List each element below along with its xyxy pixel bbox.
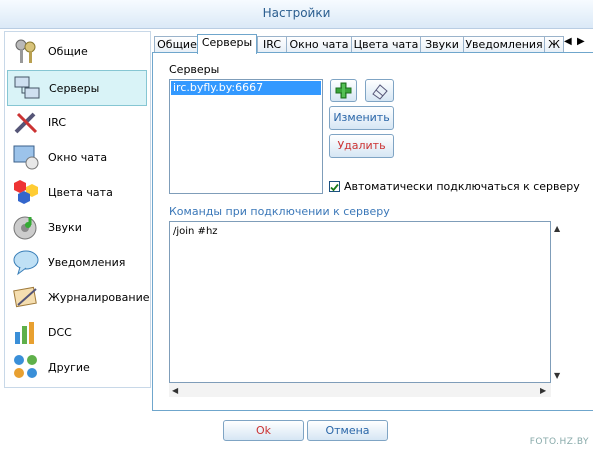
scroll-up-icon[interactable]: ▲ (554, 224, 560, 233)
commands-label: Команды при подключении к серверу (169, 205, 390, 218)
eraser-icon (372, 84, 388, 100)
tab-scroll-left-icon[interactable]: ◀ (564, 36, 572, 47)
tab-irc[interactable]: IRC (257, 36, 287, 53)
remove-server-button[interactable] (365, 79, 394, 102)
sidebar-item-general[interactable]: Общие (7, 34, 147, 68)
scroll-left-icon[interactable]: ◀ (172, 386, 178, 395)
sidebar-item-label: Уведомления (48, 255, 126, 269)
add-server-button[interactable] (330, 79, 357, 102)
tab-general[interactable]: Общие (154, 36, 200, 53)
sidebar-item-logging[interactable]: Журналирование (7, 280, 150, 314)
commands-vertical-scrollbar[interactable]: ▲ ▼ (551, 221, 565, 383)
logging-icon (12, 283, 40, 311)
tab-notifications[interactable]: Уведомления (463, 36, 545, 53)
other-icon (12, 353, 40, 381)
tab-sounds[interactable]: Звуки (420, 36, 464, 53)
tab-scroll-right-icon[interactable]: ▶ (577, 36, 585, 47)
sidebar-item-chat-window[interactable]: Окно чата (7, 140, 147, 174)
servers-label: Серверы (169, 63, 220, 76)
sidebar-item-chat-colors[interactable]: Цвета чата (7, 175, 147, 209)
ok-label: Ok (255, 424, 272, 437)
edit-server-label: Изменить (333, 111, 390, 124)
sidebar-item-dcc[interactable]: DCC (7, 315, 147, 349)
tab-overflow[interactable]: Ж (544, 36, 564, 53)
sidebar-item-other[interactable]: Другие (7, 350, 147, 384)
title-bar: Настройки (0, 0, 593, 29)
sidebar-item-sounds[interactable]: Звуки (7, 210, 147, 244)
watermark: FOTO.HZ.BY (529, 437, 589, 447)
sidebar-item-label: IRC (48, 115, 67, 129)
sidebar-item-label: Общие (48, 44, 88, 58)
cancel-label: Отмена (325, 424, 370, 437)
sidebar-item-label: Серверы (49, 81, 100, 95)
tab-servers[interactable]: Серверы (197, 34, 257, 54)
sidebar: Общие Серверы IRC Окно чата Цвета чата З… (4, 31, 151, 388)
chat-window-icon (12, 143, 40, 171)
autoconnect-checkbox[interactable] (329, 181, 340, 192)
autoconnect-label: Автоматически подключаться к серверу (344, 180, 580, 193)
sidebar-item-servers[interactable]: Серверы (7, 70, 147, 106)
dcc-icon (12, 318, 40, 346)
notification-icon (12, 248, 40, 276)
plus-icon (335, 82, 352, 99)
server-list[interactable]: irc.byfly.by:6667 (169, 79, 323, 194)
window-title: Настройки (262, 6, 331, 20)
tab-chat-colors[interactable]: Цвета чата (351, 36, 421, 53)
cancel-button[interactable]: Отмена (307, 420, 388, 441)
network-icon (13, 74, 41, 102)
sidebar-item-irc[interactable]: IRC (7, 105, 147, 139)
commands-horizontal-scrollbar[interactable]: ◀ ▶ (169, 383, 551, 397)
scroll-down-icon[interactable]: ▼ (554, 371, 560, 380)
ok-button[interactable]: Ok (223, 420, 304, 441)
sidebar-item-label: Окно чата (48, 150, 108, 164)
keys-icon (12, 37, 40, 65)
colors-icon (12, 178, 40, 206)
tab-chat-window[interactable]: Окно чата (286, 36, 352, 53)
edit-server-button[interactable]: Изменить (329, 106, 394, 130)
sidebar-item-label: Другие (48, 360, 90, 374)
list-item[interactable]: irc.byfly.by:6667 (171, 81, 321, 95)
tab-bar: Общие Серверы IRC Окно чата Цвета чата З… (152, 34, 592, 54)
tools-icon (12, 108, 40, 136)
commands-textarea[interactable]: /join #hz (169, 221, 551, 383)
commands-text: /join #hz (173, 226, 218, 237)
sidebar-item-notifications[interactable]: Уведомления (7, 245, 147, 279)
delete-server-label: Удалить (337, 139, 386, 152)
sidebar-item-label: Журналирование (48, 290, 150, 304)
checkmark-icon (330, 183, 339, 192)
sidebar-item-label: DCC (48, 325, 72, 339)
sound-icon (12, 213, 40, 241)
sidebar-item-label: Звуки (48, 220, 82, 234)
scroll-right-icon[interactable]: ▶ (540, 386, 546, 395)
delete-server-button[interactable]: Удалить (329, 134, 394, 158)
sidebar-item-label: Цвета чата (48, 185, 113, 199)
